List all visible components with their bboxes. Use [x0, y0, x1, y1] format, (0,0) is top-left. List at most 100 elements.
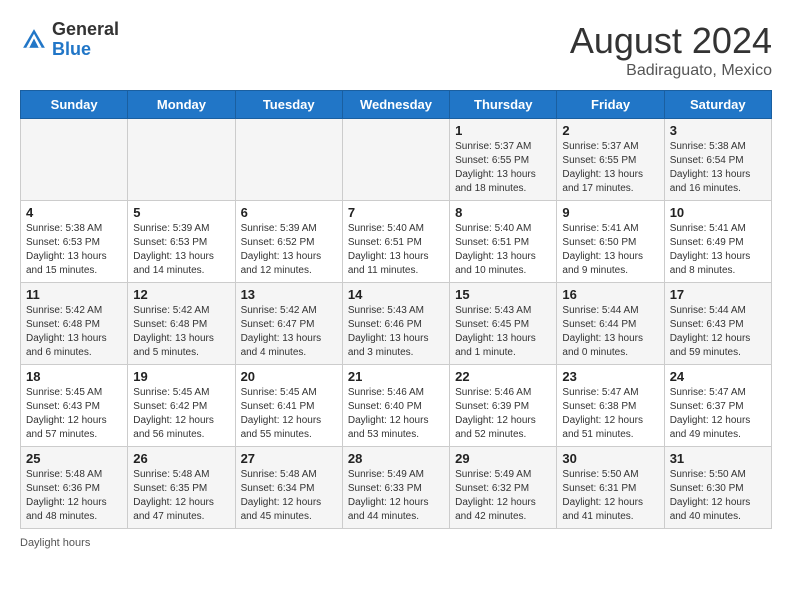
- day-info: Sunrise: 5:46 AM Sunset: 6:40 PM Dayligh…: [348, 386, 444, 442]
- calendar-cell: [128, 119, 235, 201]
- day-number: 19: [133, 369, 229, 384]
- day-number: 27: [241, 451, 337, 466]
- month-year: August 2024: [570, 20, 772, 62]
- day-info: Sunrise: 5:48 AM Sunset: 6:36 PM Dayligh…: [26, 468, 122, 524]
- day-info: Sunrise: 5:39 AM Sunset: 6:52 PM Dayligh…: [241, 222, 337, 278]
- calendar-cell: 19Sunrise: 5:45 AM Sunset: 6:42 PM Dayli…: [128, 365, 235, 447]
- calendar-header: SundayMondayTuesdayWednesdayThursdayFrid…: [21, 91, 772, 119]
- day-number: 16: [562, 287, 658, 302]
- day-info: Sunrise: 5:37 AM Sunset: 6:55 PM Dayligh…: [562, 140, 658, 196]
- day-info: Sunrise: 5:44 AM Sunset: 6:44 PM Dayligh…: [562, 304, 658, 360]
- calendar-cell: 25 Sunrise: 5:48 AM Sunset: 6:36 PM Dayli…: [21, 447, 128, 529]
- day-number: 25: [26, 451, 122, 466]
- day-number: 29: [455, 451, 551, 466]
- day-info: Sunrise: 5:46 AM Sunset: 6:39 PM Dayligh…: [455, 386, 551, 442]
- day-number: 30: [562, 451, 658, 466]
- day-number: 7: [348, 205, 444, 220]
- calendar-cell: 29 Sunrise: 5:49 AM Sunset: 6:32 PM Dayli…: [450, 447, 557, 529]
- header-day: Thursday: [450, 91, 557, 119]
- day-number: 12: [133, 287, 229, 302]
- day-number: 14: [348, 287, 444, 302]
- day-info: Sunrise: 5:42 AM Sunset: 6:47 PM Dayligh…: [241, 304, 337, 360]
- calendar-cell: 27 Sunrise: 5:48 AM Sunset: 6:34 PM Dayli…: [235, 447, 342, 529]
- calendar-cell: 26 Sunrise: 5:48 AM Sunset: 6:35 PM Dayli…: [128, 447, 235, 529]
- title-block: August 2024 Badiraguato, Mexico: [570, 20, 772, 80]
- calendar-cell: [235, 119, 342, 201]
- day-info: Sunrise: 5:45 AM Sunset: 6:43 PM Dayligh…: [26, 386, 122, 442]
- day-info: Sunrise: 5:47 AM Sunset: 6:37 PM Dayligh…: [670, 386, 766, 442]
- day-number: 5: [133, 205, 229, 220]
- day-info: Sunrise: 5:45 AM Sunset: 6:41 PM Dayligh…: [241, 386, 337, 442]
- calendar-cell: [342, 119, 449, 201]
- calendar-cell: 15 Sunrise: 5:43 AM Sunset: 6:45 PM Dayli…: [450, 283, 557, 365]
- calendar-cell: 14Sunrise: 5:43 AM Sunset: 6:46 PM Dayli…: [342, 283, 449, 365]
- footer: Daylight hours: [20, 537, 772, 549]
- day-number: 10: [670, 205, 766, 220]
- day-number: 15: [455, 287, 551, 302]
- day-info: Sunrise: 5:44 AM Sunset: 6:43 PM Dayligh…: [670, 304, 766, 360]
- day-info: Sunrise: 5:50 AM Sunset: 6:30 PM Dayligh…: [670, 468, 766, 524]
- calendar-cell: 10Sunrise: 5:41 AM Sunset: 6:49 PM Dayli…: [664, 201, 771, 283]
- day-info: Sunrise: 5:48 AM Sunset: 6:34 PM Dayligh…: [241, 468, 337, 524]
- header-day: Saturday: [664, 91, 771, 119]
- calendar-cell: 17 Sunrise: 5:44 AM Sunset: 6:43 PM Dayli…: [664, 283, 771, 365]
- calendar-row: 25 Sunrise: 5:48 AM Sunset: 6:36 PM Dayli…: [21, 447, 772, 529]
- header-day: Tuesday: [235, 91, 342, 119]
- day-info: Sunrise: 5:42 AM Sunset: 6:48 PM Dayligh…: [26, 304, 122, 360]
- calendar-cell: 21Sunrise: 5:46 AM Sunset: 6:40 PM Dayli…: [342, 365, 449, 447]
- day-number: 22: [455, 369, 551, 384]
- day-number: 9: [562, 205, 658, 220]
- calendar-cell: 12Sunrise: 5:42 AM Sunset: 6:48 PM Dayli…: [128, 283, 235, 365]
- calendar-cell: 28 Sunrise: 5:49 AM Sunset: 6:33 PM Dayli…: [342, 447, 449, 529]
- day-number: 13: [241, 287, 337, 302]
- calendar-row: 11 Sunrise: 5:42 AM Sunset: 6:48 PM Dayli…: [21, 283, 772, 365]
- day-number: 26: [133, 451, 229, 466]
- day-info: Sunrise: 5:43 AM Sunset: 6:45 PM Dayligh…: [455, 304, 551, 360]
- calendar-cell: 23 Sunrise: 5:47 AM Sunset: 6:38 PM Dayli…: [557, 365, 664, 447]
- day-info: Sunrise: 5:48 AM Sunset: 6:35 PM Dayligh…: [133, 468, 229, 524]
- day-info: Sunrise: 5:39 AM Sunset: 6:53 PM Dayligh…: [133, 222, 229, 278]
- day-number: 8: [455, 205, 551, 220]
- day-number: 31: [670, 451, 766, 466]
- calendar-cell: 4Sunrise: 5:38 AM Sunset: 6:53 PM Daylig…: [21, 201, 128, 283]
- day-number: 24: [670, 369, 766, 384]
- calendar-row: 18Sunrise: 5:45 AM Sunset: 6:43 PM Dayli…: [21, 365, 772, 447]
- calendar-cell: 8 Sunrise: 5:40 AM Sunset: 6:51 PM Daylig…: [450, 201, 557, 283]
- day-number: 28: [348, 451, 444, 466]
- calendar-cell: 30Sunrise: 5:50 AM Sunset: 6:31 PM Dayli…: [557, 447, 664, 529]
- header-row: SundayMondayTuesdayWednesdayThursdayFrid…: [21, 91, 772, 119]
- header-day: Sunday: [21, 91, 128, 119]
- day-info: Sunrise: 5:37 AM Sunset: 6:55 PM Dayligh…: [455, 140, 551, 196]
- daylight-label: Daylight hours: [20, 537, 90, 549]
- logo-icon: [20, 26, 48, 54]
- calendar-cell: 5 Sunrise: 5:39 AM Sunset: 6:53 PM Daylig…: [128, 201, 235, 283]
- header-day: Friday: [557, 91, 664, 119]
- header-day: Wednesday: [342, 91, 449, 119]
- logo: General Blue: [20, 20, 119, 60]
- calendar-cell: 9Sunrise: 5:41 AM Sunset: 6:50 PM Daylig…: [557, 201, 664, 283]
- calendar-body: 1Sunrise: 5:37 AM Sunset: 6:55 PM Daylig…: [21, 119, 772, 529]
- day-info: Sunrise: 5:40 AM Sunset: 6:51 PM Dayligh…: [455, 222, 551, 278]
- day-info: Sunrise: 5:38 AM Sunset: 6:54 PM Dayligh…: [670, 140, 766, 196]
- day-number: 23: [562, 369, 658, 384]
- day-info: Sunrise: 5:38 AM Sunset: 6:53 PM Dayligh…: [26, 222, 122, 278]
- calendar-cell: 11 Sunrise: 5:42 AM Sunset: 6:48 PM Dayli…: [21, 283, 128, 365]
- day-info: Sunrise: 5:49 AM Sunset: 6:33 PM Dayligh…: [348, 468, 444, 524]
- calendar-cell: 31 Sunrise: 5:50 AM Sunset: 6:30 PM Dayli…: [664, 447, 771, 529]
- logo-blue: Blue: [52, 39, 91, 59]
- day-info: Sunrise: 5:47 AM Sunset: 6:38 PM Dayligh…: [562, 386, 658, 442]
- calendar-cell: 16 Sunrise: 5:44 AM Sunset: 6:44 PM Dayli…: [557, 283, 664, 365]
- page-header: General Blue August 2024 Badiraguato, Me…: [20, 20, 772, 80]
- calendar-cell: 1Sunrise: 5:37 AM Sunset: 6:55 PM Daylig…: [450, 119, 557, 201]
- header-day: Monday: [128, 91, 235, 119]
- day-number: 11: [26, 287, 122, 302]
- calendar-cell: 22 Sunrise: 5:46 AM Sunset: 6:39 PM Dayli…: [450, 365, 557, 447]
- calendar-cell: 20Sunrise: 5:45 AM Sunset: 6:41 PM Dayli…: [235, 365, 342, 447]
- calendar-cell: 13 Sunrise: 5:42 AM Sunset: 6:47 PM Dayli…: [235, 283, 342, 365]
- day-info: Sunrise: 5:49 AM Sunset: 6:32 PM Dayligh…: [455, 468, 551, 524]
- day-number: 6: [241, 205, 337, 220]
- day-number: 17: [670, 287, 766, 302]
- calendar-cell: 7Sunrise: 5:40 AM Sunset: 6:51 PM Daylig…: [342, 201, 449, 283]
- calendar-cell: 6 Sunrise: 5:39 AM Sunset: 6:52 PM Daylig…: [235, 201, 342, 283]
- day-number: 3: [670, 123, 766, 138]
